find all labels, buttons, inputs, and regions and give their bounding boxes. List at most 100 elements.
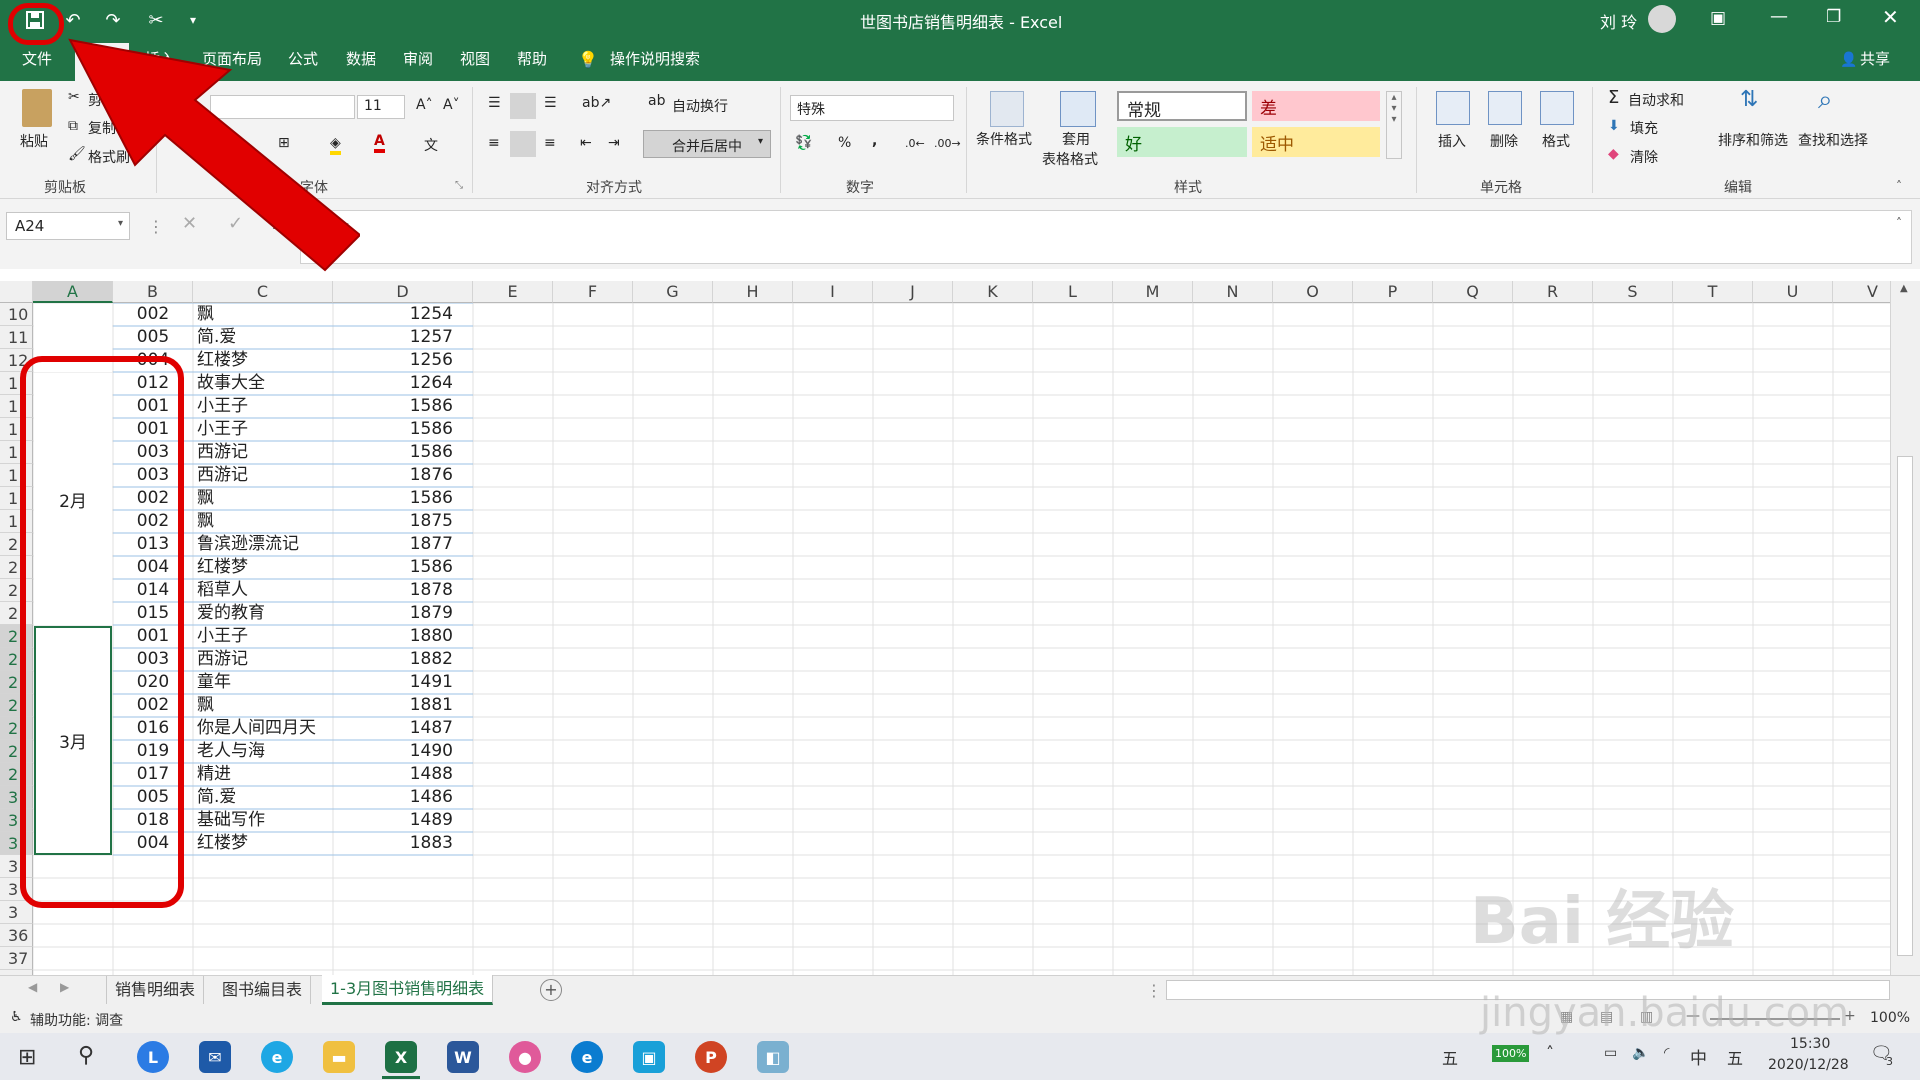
align-bottom-icon[interactable]: ☰: [544, 95, 557, 111]
word-icon[interactable]: W: [447, 1041, 479, 1073]
row-header[interactable]: 3: [0, 901, 33, 924]
column-header-O[interactable]: O: [1273, 281, 1353, 303]
orientation-icon[interactable]: ab↗: [582, 95, 611, 111]
collapse-ribbon-icon[interactable]: ˄: [1896, 179, 1902, 193]
sheet-tab-catalog[interactable]: 图书编目表: [214, 976, 312, 1004]
cell-qty[interactable]: 1883: [337, 833, 469, 854]
cell-qty[interactable]: 1487: [337, 718, 469, 739]
align-left-icon[interactable]: ≡: [488, 135, 500, 151]
autosum-icon[interactable]: Σ: [1608, 87, 1619, 108]
cell-title[interactable]: 小王子: [197, 396, 329, 417]
percent-button[interactable]: %: [838, 135, 851, 151]
increase-indent-icon[interactable]: ⇥: [608, 135, 620, 151]
clear-icon[interactable]: ◆: [1608, 146, 1619, 162]
cell-qty[interactable]: 1257: [337, 327, 469, 348]
column-header-B[interactable]: B: [113, 281, 193, 303]
cell-qty[interactable]: 1880: [337, 626, 469, 647]
sort-filter-button[interactable]: 排序和筛选: [1718, 130, 1788, 150]
wrap-text-button[interactable]: 自动换行: [672, 96, 728, 116]
column-header-Q[interactable]: Q: [1433, 281, 1513, 303]
style-bad[interactable]: 差: [1252, 91, 1380, 121]
cell-qty[interactable]: 1489: [337, 810, 469, 831]
find-icon[interactable]: ⌕: [1818, 85, 1833, 116]
cell-title[interactable]: 小王子: [197, 626, 329, 647]
scroll-thumb[interactable]: [1897, 456, 1913, 956]
row-header[interactable]: 37: [0, 947, 33, 970]
cell-title[interactable]: 飘: [197, 304, 329, 325]
cell-title[interactable]: 西游记: [197, 465, 329, 486]
avatar[interactable]: [1648, 5, 1676, 33]
autosum-button[interactable]: 自动求和: [1628, 90, 1684, 110]
column-header-T[interactable]: T: [1673, 281, 1753, 303]
conditional-format-icon[interactable]: [990, 91, 1024, 127]
paste-button[interactable]: 粘贴: [20, 131, 48, 151]
cell-qty[interactable]: 1490: [337, 741, 469, 762]
insert-cells-icon[interactable]: [1436, 91, 1470, 125]
cell-title[interactable]: 红楼梦: [197, 557, 329, 578]
cell-qty[interactable]: 1586: [337, 396, 469, 417]
cell-title[interactable]: 飘: [197, 511, 329, 532]
column-header-M[interactable]: M: [1113, 281, 1193, 303]
cell-qty[interactable]: 1882: [337, 649, 469, 670]
cell-qty[interactable]: 1264: [337, 373, 469, 394]
cell-title[interactable]: 红楼梦: [197, 350, 329, 371]
format-cells-button[interactable]: 格式: [1542, 131, 1570, 151]
formula-input[interactable]: 3月: [300, 210, 1912, 264]
show-hidden-icon[interactable]: ˄: [1546, 1043, 1554, 1062]
mail-icon[interactable]: ✉: [199, 1041, 231, 1073]
align-center-icon[interactable]: [510, 131, 536, 157]
sheet-tab-q1[interactable]: 1-3月图书销售明细表: [322, 975, 494, 1005]
tell-me-search[interactable]: 操作说明搜索: [610, 48, 700, 69]
cell-title[interactable]: 童年: [197, 672, 329, 693]
sheet-next-icon[interactable]: ▶: [60, 980, 69, 994]
close-icon[interactable]: ✕: [1882, 5, 1899, 29]
vertical-scrollbar[interactable]: ▲: [1890, 281, 1920, 975]
cell-title[interactable]: 小王子: [197, 419, 329, 440]
cell-title[interactable]: 简.爱: [197, 787, 329, 808]
expand-formula-icon[interactable]: ˄: [1896, 216, 1902, 230]
column-header-P[interactable]: P: [1353, 281, 1433, 303]
format-as-table-button[interactable]: 套用: [1062, 129, 1090, 149]
tab-review[interactable]: 审阅: [403, 48, 433, 69]
font-launcher-icon[interactable]: ⤡: [455, 180, 463, 191]
align-top-icon[interactable]: ☰: [488, 95, 501, 111]
tab-view[interactable]: 视图: [460, 48, 490, 69]
cell-qty[interactable]: 1586: [337, 442, 469, 463]
search-icon[interactable]: ⚲: [78, 1043, 94, 1068]
currency-icon[interactable]: 💱: [795, 135, 812, 151]
battery-indicator[interactable]: 100%: [1492, 1045, 1530, 1062]
tab-help[interactable]: 帮助: [517, 48, 547, 69]
column-header-S[interactable]: S: [1593, 281, 1673, 303]
sheet-prev-icon[interactable]: ◀: [28, 980, 37, 994]
phonetic-icon[interactable]: 文: [424, 135, 438, 155]
column-header-E[interactable]: E: [473, 281, 553, 303]
folder-icon[interactable]: ▬: [323, 1041, 355, 1073]
cell-title[interactable]: 你是人间四月天: [197, 718, 329, 739]
column-header-C[interactable]: C: [193, 281, 333, 303]
fill-icon[interactable]: ⬇: [1608, 118, 1620, 134]
cell-qty[interactable]: 1875: [337, 511, 469, 532]
cell-qty[interactable]: 1486: [337, 787, 469, 808]
cell-title[interactable]: 红楼梦: [197, 833, 329, 854]
merge-dropdown-icon[interactable]: ▾: [758, 136, 763, 147]
font-color-icon[interactable]: A: [374, 133, 385, 153]
column-header-U[interactable]: U: [1753, 281, 1833, 303]
select-all-corner[interactable]: [0, 281, 33, 303]
paint-icon[interactable]: ●: [509, 1041, 541, 1073]
ime-lang-indicator[interactable]: 中: [1690, 1044, 1707, 1069]
cell-qty[interactable]: 1586: [337, 419, 469, 440]
cell-title[interactable]: 故事大全: [197, 373, 329, 394]
number-format-select[interactable]: 特殊: [790, 95, 954, 121]
wrap-text-icon[interactable]: ab: [648, 93, 665, 109]
increase-decimal-icon[interactable]: .0←: [905, 137, 925, 150]
align-middle-icon[interactable]: [510, 93, 536, 119]
add-sheet-icon[interactable]: +: [540, 979, 562, 1001]
edge-icon[interactable]: e: [571, 1041, 603, 1073]
column-header-J[interactable]: J: [873, 281, 953, 303]
cell-title[interactable]: 西游记: [197, 649, 329, 670]
network-icon[interactable]: ◜: [1664, 1045, 1669, 1061]
split-handle-icon[interactable]: ⋮: [1146, 981, 1162, 1000]
cell-qty[interactable]: 1256: [337, 350, 469, 371]
merge-center-button[interactable]: 合并后居中 ▾: [643, 130, 771, 158]
cell-title[interactable]: 飘: [197, 488, 329, 509]
